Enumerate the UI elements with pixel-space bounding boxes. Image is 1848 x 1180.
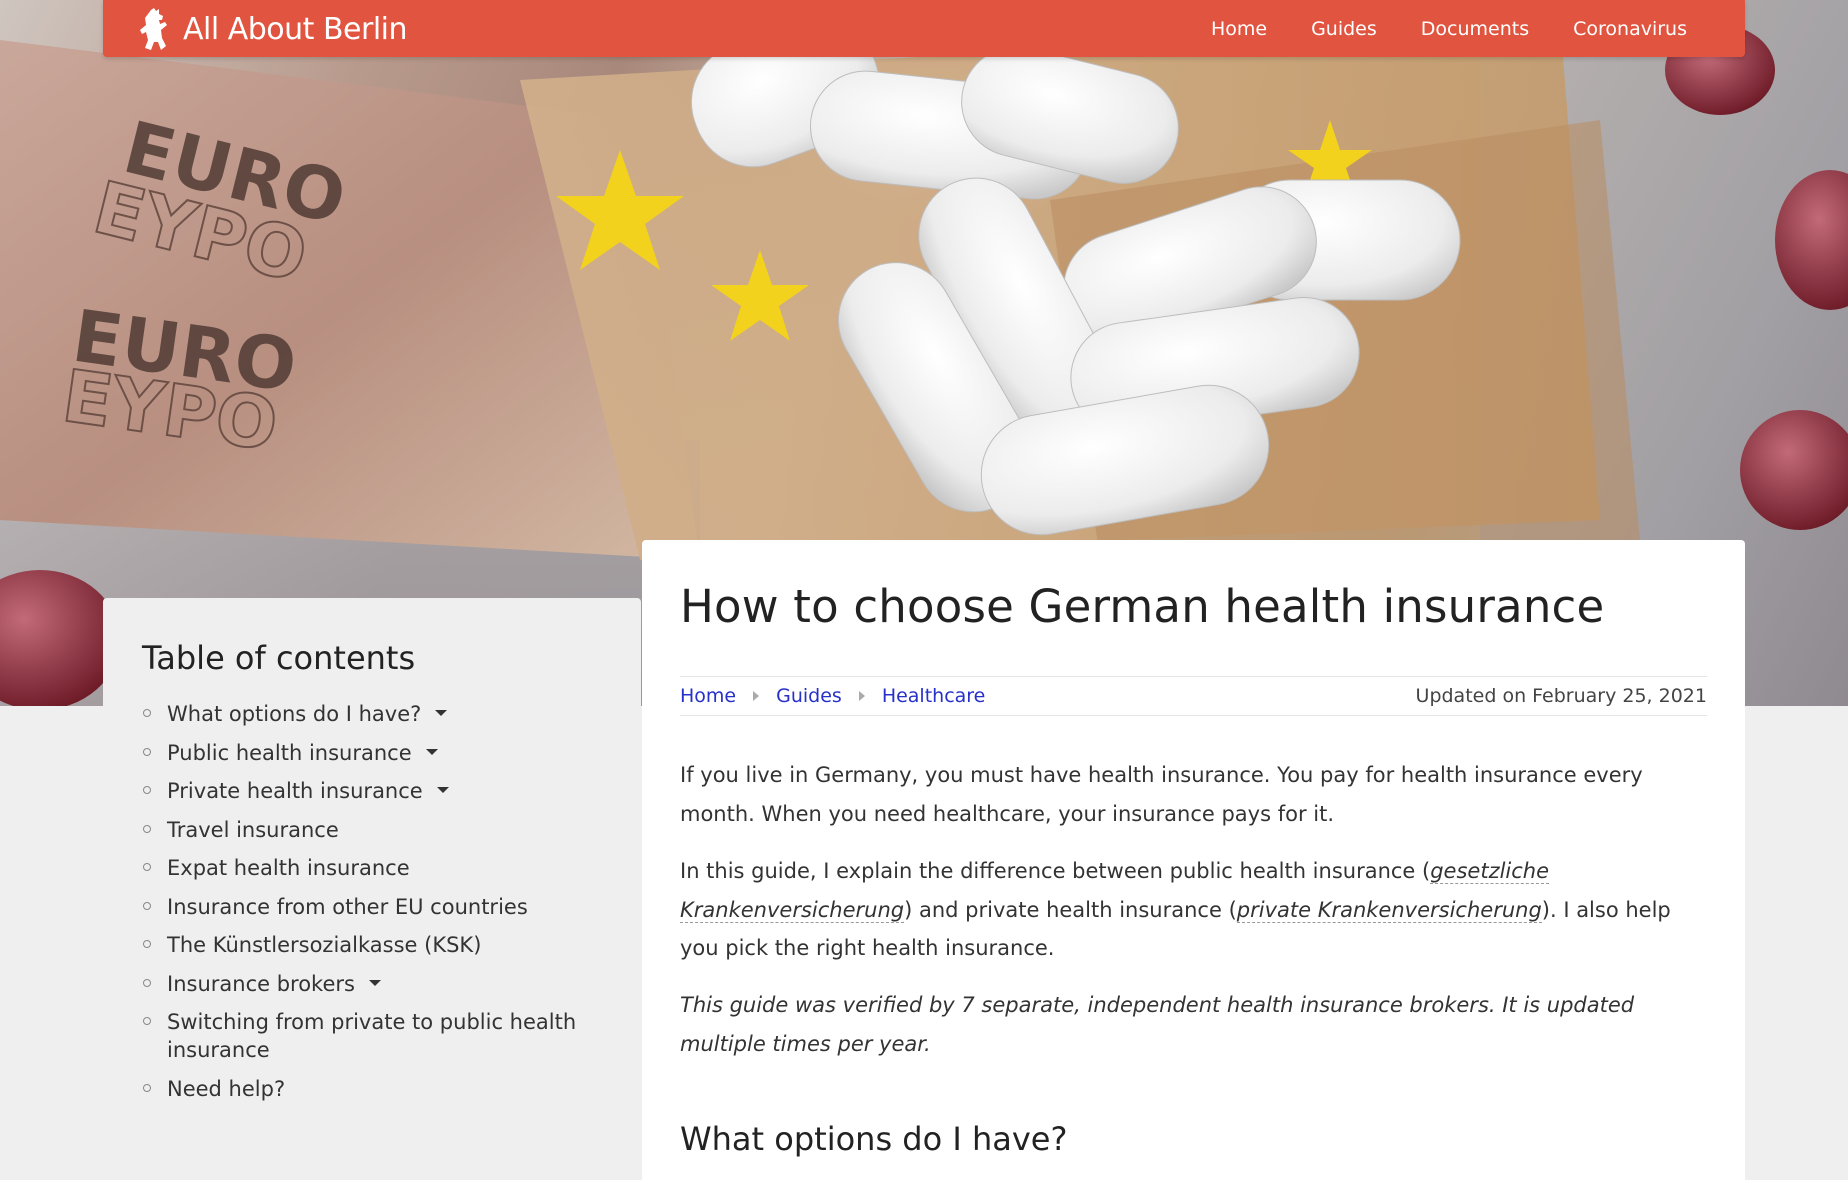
toc-item-help[interactable]: Need help? [142,1075,612,1103]
chevron-right-icon [753,691,760,701]
guide-text: In this guide, I explain the difference … [680,859,1431,883]
toc-item-label: Travel insurance [167,817,339,842]
bullet-icon [143,940,151,948]
toc-list: What options do I have? Public health in… [142,700,612,1113]
bullet-icon [143,1083,151,1092]
toc-item-label: Insurance from other EU countries [167,894,528,919]
caret-down-icon[interactable] [435,710,448,716]
nav-home[interactable]: Home [1211,18,1267,40]
breadcrumb-bar: Home Guides Healthcare Updated on Februa… [680,676,1707,716]
toc-item-expat[interactable]: Expat health insurance [142,854,612,882]
nav-documents[interactable]: Documents [1421,18,1529,40]
toc-item-label: Public health insurance [167,740,412,765]
toc-item-label: Expat health insurance [167,856,410,880]
bullet-icon [143,901,151,910]
bullet-icon [143,786,151,794]
toc-item-ksk[interactable]: The Künstlersozialkasse (KSK) [142,931,612,959]
toc-item-public[interactable]: Public health insurance [142,739,612,767]
nav-coronavirus[interactable]: Coronavirus [1573,18,1687,40]
guide-text: ) and private health insurance ( [904,897,1237,922]
toc-item-brokers[interactable]: Insurance brokers [142,970,612,998]
toc-item-switching[interactable]: Switching from private to public health … [142,1008,612,1064]
brand-name: All About Berlin [183,11,408,47]
caret-down-icon[interactable] [425,748,438,755]
bullet-icon [143,709,151,717]
toc-item-eu[interactable]: Insurance from other EU countries [142,893,612,921]
toc-item-label: Need help? [167,1076,286,1101]
section-heading: What options do I have? [680,1120,1068,1158]
breadcrumb-healthcare[interactable]: Healthcare [882,685,986,707]
bullet-icon [143,978,151,987]
nav-links: Home Guides Documents Coronavirus [1211,0,1687,57]
toc-title: Table of contents [142,639,416,677]
term-private[interactable]: private Krankenversicherung [1236,897,1542,923]
updated-date: Updated on February 25, 2021 [1415,685,1707,707]
guide-paragraph: In this guide, I explain the difference … [680,852,1710,968]
bullet-icon [143,863,151,871]
berlin-bear-icon [140,8,167,50]
caret-down-icon[interactable] [436,787,449,793]
bullet-icon [143,1017,151,1025]
chevron-right-icon [858,691,865,701]
toc-item-label: Switching from private to public health … [167,1010,577,1062]
toc-item-label: Private health insurance [167,779,423,803]
nav-guides[interactable]: Guides [1311,18,1377,40]
breadcrumb: Home Guides Healthcare [680,685,985,707]
top-navbar: All About Berlin Home Guides Documents C… [103,0,1745,57]
breadcrumb-home[interactable]: Home [680,685,736,707]
verification-note: This guide was verified by 7 separate, i… [680,993,1635,1056]
toc-item-label: Insurance brokers [167,971,355,996]
toc-item-options[interactable]: What options do I have? [142,700,612,728]
bullet-icon [143,747,151,756]
toc-item-private[interactable]: Private health insurance [142,777,612,805]
article-card: How to choose German health insurance Ho… [642,540,1745,1180]
toc-item-label: The Künstlersozialkasse (KSK) [167,933,482,957]
brand-link[interactable]: All About Berlin [139,8,408,50]
table-of-contents: Table of contents What options do I have… [103,598,641,1178]
toc-item-travel[interactable]: Travel insurance [142,816,612,844]
breadcrumb-guides[interactable]: Guides [776,685,842,707]
caret-down-icon[interactable] [368,979,381,986]
bullet-icon [143,824,151,833]
page-title: How to choose German health insurance [680,580,1605,633]
toc-item-label: What options do I have? [167,702,422,726]
intro-paragraph: If you live in Germany, you must have he… [680,763,1643,826]
